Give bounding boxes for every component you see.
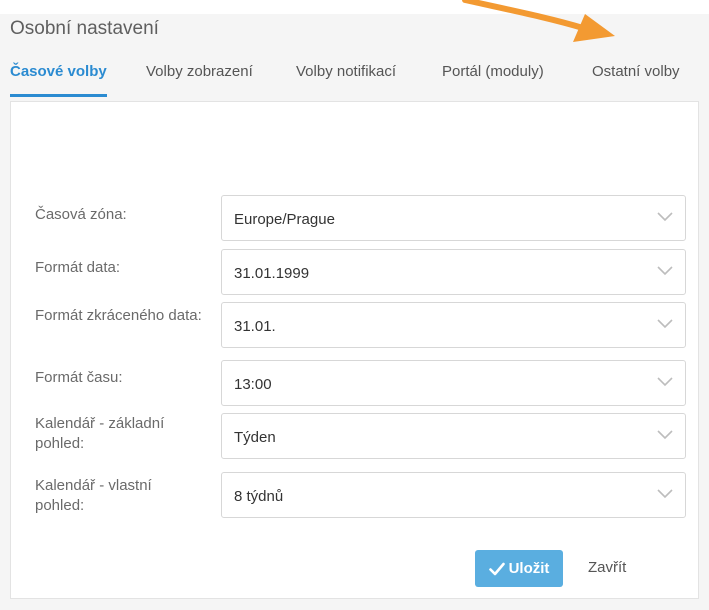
- chevron-down-icon: [657, 377, 673, 387]
- short-date-format-select[interactable]: 31.01.: [221, 302, 686, 348]
- page-title: Osobní nastavení: [10, 18, 159, 39]
- timezone-select[interactable]: Europe/Prague: [221, 195, 686, 241]
- settings-panel: Časová zóna: Europe/Prague Formát data: …: [10, 101, 699, 599]
- calendar-default-view-label: Kalendář - základní pohled:: [35, 415, 165, 452]
- tab-volby-notifikaci[interactable]: Volby notifikací: [296, 58, 396, 80]
- date-format-value: 31.01.1999: [234, 265, 310, 282]
- date-format-label: Formát data:: [35, 259, 121, 276]
- chevron-down-icon: [657, 489, 673, 499]
- tab-portal-moduly[interactable]: Portál (moduly): [442, 58, 544, 80]
- tab-bar: Časové volby Volby zobrazení Volby notif…: [0, 58, 709, 102]
- short-date-format-label: Formát zkráceného data:: [35, 307, 202, 324]
- time-format-select[interactable]: 13:00: [221, 360, 686, 406]
- calendar-custom-view-value: 8 týdnů: [234, 488, 284, 505]
- close-button[interactable]: Zavřít: [588, 559, 626, 576]
- timezone-value: Europe/Prague: [234, 211, 335, 228]
- save-button-label: Uložit: [508, 560, 550, 577]
- date-format-select[interactable]: 31.01.1999: [221, 249, 686, 295]
- annotation-arrow-icon: [462, 0, 615, 42]
- calendar-default-view-select[interactable]: Týden: [221, 413, 686, 459]
- chevron-down-icon: [657, 266, 673, 276]
- short-date-format-value: 31.01.: [234, 318, 276, 335]
- calendar-custom-view-label: Kalendář - vlastní pohled:: [35, 477, 152, 514]
- check-icon: [488, 562, 505, 575]
- calendar-custom-view-select[interactable]: 8 týdnů: [221, 472, 686, 518]
- chevron-down-icon: [657, 212, 673, 222]
- chevron-down-icon: [657, 430, 673, 440]
- calendar-default-view-value: Týden: [234, 429, 276, 446]
- time-format-value: 13:00: [234, 376, 272, 393]
- time-format-label: Formát času:: [35, 369, 123, 386]
- tab-casove-volby[interactable]: Časové volby: [10, 58, 107, 97]
- tab-ostatni-volby[interactable]: Ostatní volby: [592, 58, 680, 80]
- save-button[interactable]: Uložit: [475, 550, 563, 587]
- timezone-label: Časová zóna:: [35, 206, 127, 223]
- tab-volby-zobrazeni[interactable]: Volby zobrazení: [146, 58, 253, 80]
- chevron-down-icon: [657, 319, 673, 329]
